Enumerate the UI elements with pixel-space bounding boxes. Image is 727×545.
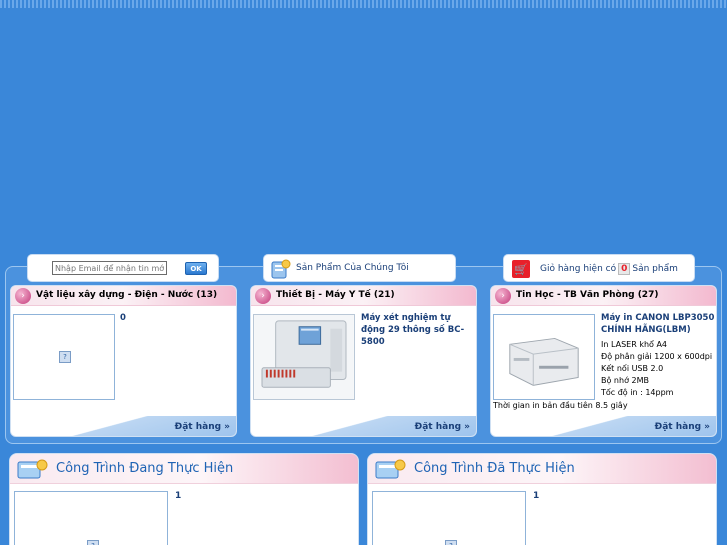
spec-note: Thời gian in bản đầu tiên 8.5 giây [493, 401, 628, 410]
spec-line: Độ phân giải 1200 x 600dpi [601, 352, 713, 361]
broken-image-icon: ? [59, 351, 71, 363]
spec-line: Tốc độ in : 14ppm [601, 388, 674, 397]
ongoing-projects-panel: Công Trình Đang Thực Hiện ? 1 [9, 453, 359, 545]
order-link[interactable]: Đặt hàng » [655, 422, 710, 432]
category-title[interactable]: Vật liệu xây dựng - Điện - Nước (13) [36, 290, 217, 300]
project-thumbnail[interactable]: ? [14, 491, 168, 545]
project-item[interactable]: 1 [175, 491, 181, 501]
product-name[interactable]: 0 [120, 312, 126, 324]
cart-summary: Giỏ hàng hiện có 0 Sản phẩm [540, 263, 678, 275]
order-link[interactable]: Đặt hàng » [415, 422, 470, 432]
project-thumbnail[interactable]: ? [372, 491, 526, 545]
product-thumbnail[interactable]: ? [13, 314, 115, 400]
category-bullet-icon: › [495, 288, 511, 304]
spec-line: Kết nối USB 2.0 [601, 364, 664, 373]
panel-title: Công Trình Đang Thực Hiện [56, 461, 234, 476]
cart-suffix: Sản phẩm [632, 264, 678, 274]
top-stripe [0, 0, 727, 8]
broken-image-icon: ? [87, 540, 99, 545]
newsletter-tab: OK [27, 254, 219, 282]
category-title[interactable]: Thiết Bị - Máy Y Tế (21) [276, 290, 395, 300]
project-item[interactable]: 1 [533, 491, 539, 501]
cart-count: 0 [618, 263, 631, 275]
project-icon [375, 459, 406, 479]
box-footer: Đặt hàng » [491, 416, 716, 436]
products-tab[interactable]: Sản Phẩm Của Chúng Tôi [263, 254, 456, 282]
product-name[interactable]: Máy in CANON LBP3050 CHÍNH HÃNG(LBM) [601, 312, 715, 336]
products-tab-label: Sản Phẩm Của Chúng Tôi [296, 263, 409, 273]
cart-tab[interactable]: 🛒 Giỏ hàng hiện có 0 Sản phẩm [503, 254, 695, 282]
product-thumbnail[interactable] [493, 314, 595, 400]
category-bullet-icon: › [255, 288, 271, 304]
category-header: › Thiết Bị - Máy Y Tế (21) [251, 286, 476, 306]
product-name[interactable]: Máy xét nghiệm tự động 29 thông số BC-58… [361, 312, 475, 348]
category-box-construction: › Vật liệu xây dựng - Điện - Nước (13) ?… [10, 285, 237, 437]
completed-projects-panel: Công Trình Đã Thực Hiện ? 1 [367, 453, 717, 545]
box-footer: Đặt hàng » [11, 416, 236, 436]
spec-line: Bộ nhớ 2MB [601, 376, 649, 385]
order-link[interactable]: Đặt hàng » [175, 422, 230, 432]
ok-button[interactable]: OK [185, 262, 207, 275]
broken-image-icon: ? [445, 540, 457, 545]
analyzer-image [254, 315, 354, 399]
panel-header: Công Trình Đang Thực Hiện [10, 454, 358, 484]
product-thumbnail[interactable] [253, 314, 355, 400]
cart-prefix: Giỏ hàng hiện có [540, 264, 617, 274]
panel-title: Công Trình Đã Thực Hiện [414, 461, 575, 476]
category-header: › Vật liệu xây dựng - Điện - Nước (13) [11, 286, 236, 306]
spec-line: In LASER khổ A4 [601, 340, 668, 349]
box-footer: Đặt hàng » [251, 416, 476, 436]
panel-header: Công Trình Đã Thực Hiện [368, 454, 716, 484]
products-icon [270, 258, 292, 280]
cart-icon: 🛒 [512, 260, 530, 278]
printer-image [494, 315, 594, 399]
category-box-office: › Tin Học - TB Văn Phòng (27) Máy in CAN… [490, 285, 717, 437]
category-bullet-icon: › [15, 288, 31, 304]
category-title[interactable]: Tin Học - TB Văn Phòng (27) [516, 290, 658, 300]
email-input[interactable] [52, 261, 167, 275]
category-box-medical: › Thiết Bị - Máy Y Tế (21) Máy xét nghiệ… [250, 285, 477, 437]
category-header: › Tin Học - TB Văn Phòng (27) [491, 286, 716, 306]
project-icon [17, 459, 48, 479]
